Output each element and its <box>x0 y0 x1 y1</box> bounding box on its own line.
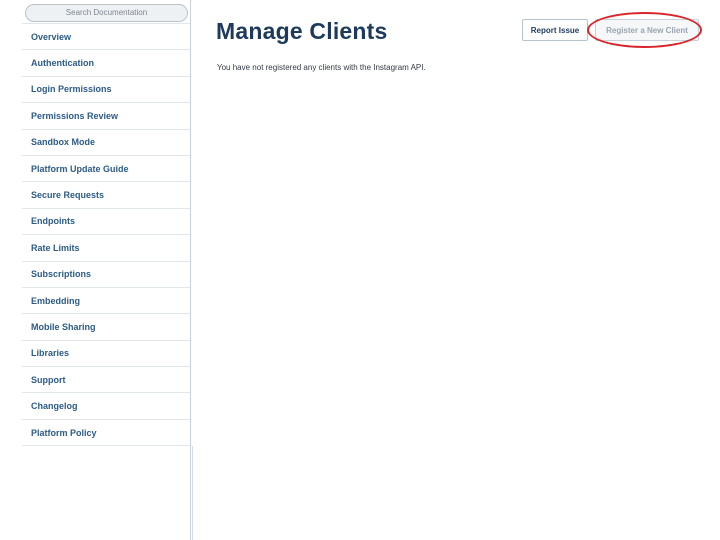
sidebar-item-subscriptions[interactable]: Subscriptions <box>22 262 190 288</box>
sidebar-item-platform-policy[interactable]: Platform Policy <box>22 420 190 447</box>
sidebar-item-label: Support <box>31 374 66 385</box>
sidebar-item-permissions-review[interactable]: Permissions Review <box>22 103 190 130</box>
search-box <box>25 2 188 22</box>
sidebar-item-label: Changelog <box>31 401 78 412</box>
sidebar-item-sandbox-mode[interactable]: Sandbox Mode <box>22 130 190 156</box>
no-clients-message: You have not registered any clients with… <box>217 63 426 72</box>
sidebar-item-libraries[interactable]: Libraries <box>22 341 190 368</box>
sidebar-item-rate-limits[interactable]: Rate Limits <box>22 235 190 262</box>
sidebar-item-label: Platform Policy <box>31 427 97 438</box>
sidebar-nav: Overview Authentication Login Permission… <box>22 23 190 447</box>
sidebar-item-label: Login Permissions <box>31 84 112 95</box>
sidebar-item-label: Permissions Review <box>31 110 119 121</box>
sidebar-item-label: Mobile Sharing <box>31 321 96 332</box>
sidebar-item-support[interactable]: Support <box>22 367 190 394</box>
search-documentation-input[interactable] <box>25 3 188 22</box>
report-issue-button[interactable]: Report Issue <box>522 19 588 41</box>
sidebar-item-overview[interactable]: Overview <box>22 24 190 51</box>
sidebar-item-embedding[interactable]: Embedding <box>22 288 190 315</box>
sidebar-item-login-permissions[interactable]: Login Permissions <box>22 77 190 104</box>
sidebar-item-label: Authentication <box>31 58 94 69</box>
register-new-client-button[interactable]: Register a New Client <box>595 19 699 41</box>
sidebar-item-label: Rate Limits <box>31 242 80 253</box>
sidebar-item-endpoints[interactable]: Endpoints <box>22 209 190 236</box>
sidebar-item-label: Platform Update Guide <box>31 163 129 174</box>
sidebar: Overview Authentication Login Permission… <box>0 0 193 540</box>
sidebar-item-label: Overview <box>31 31 72 42</box>
sidebar-item-authentication[interactable]: Authentication <box>22 50 190 77</box>
page-title: Manage Clients <box>216 18 388 44</box>
sidebar-item-label: Sandbox Mode <box>31 137 96 148</box>
sidebar-item-changelog[interactable]: Changelog <box>22 393 190 420</box>
sidebar-item-label: Embedding <box>31 295 80 306</box>
sidebar-item-secure-requests[interactable]: Secure Requests <box>22 182 190 209</box>
sidebar-item-label: Endpoints <box>31 216 75 227</box>
sidebar-item-label: Secure Requests <box>31 190 105 201</box>
sidebar-item-mobile-sharing[interactable]: Mobile Sharing <box>22 314 190 341</box>
sidebar-item-platform-update-guide[interactable]: Platform Update Guide <box>22 156 190 183</box>
sidebar-item-label: Subscriptions <box>31 269 92 280</box>
sidebar-item-label: Libraries <box>31 348 70 359</box>
manage-clients-page: Overview Authentication Login Permission… <box>0 0 720 540</box>
